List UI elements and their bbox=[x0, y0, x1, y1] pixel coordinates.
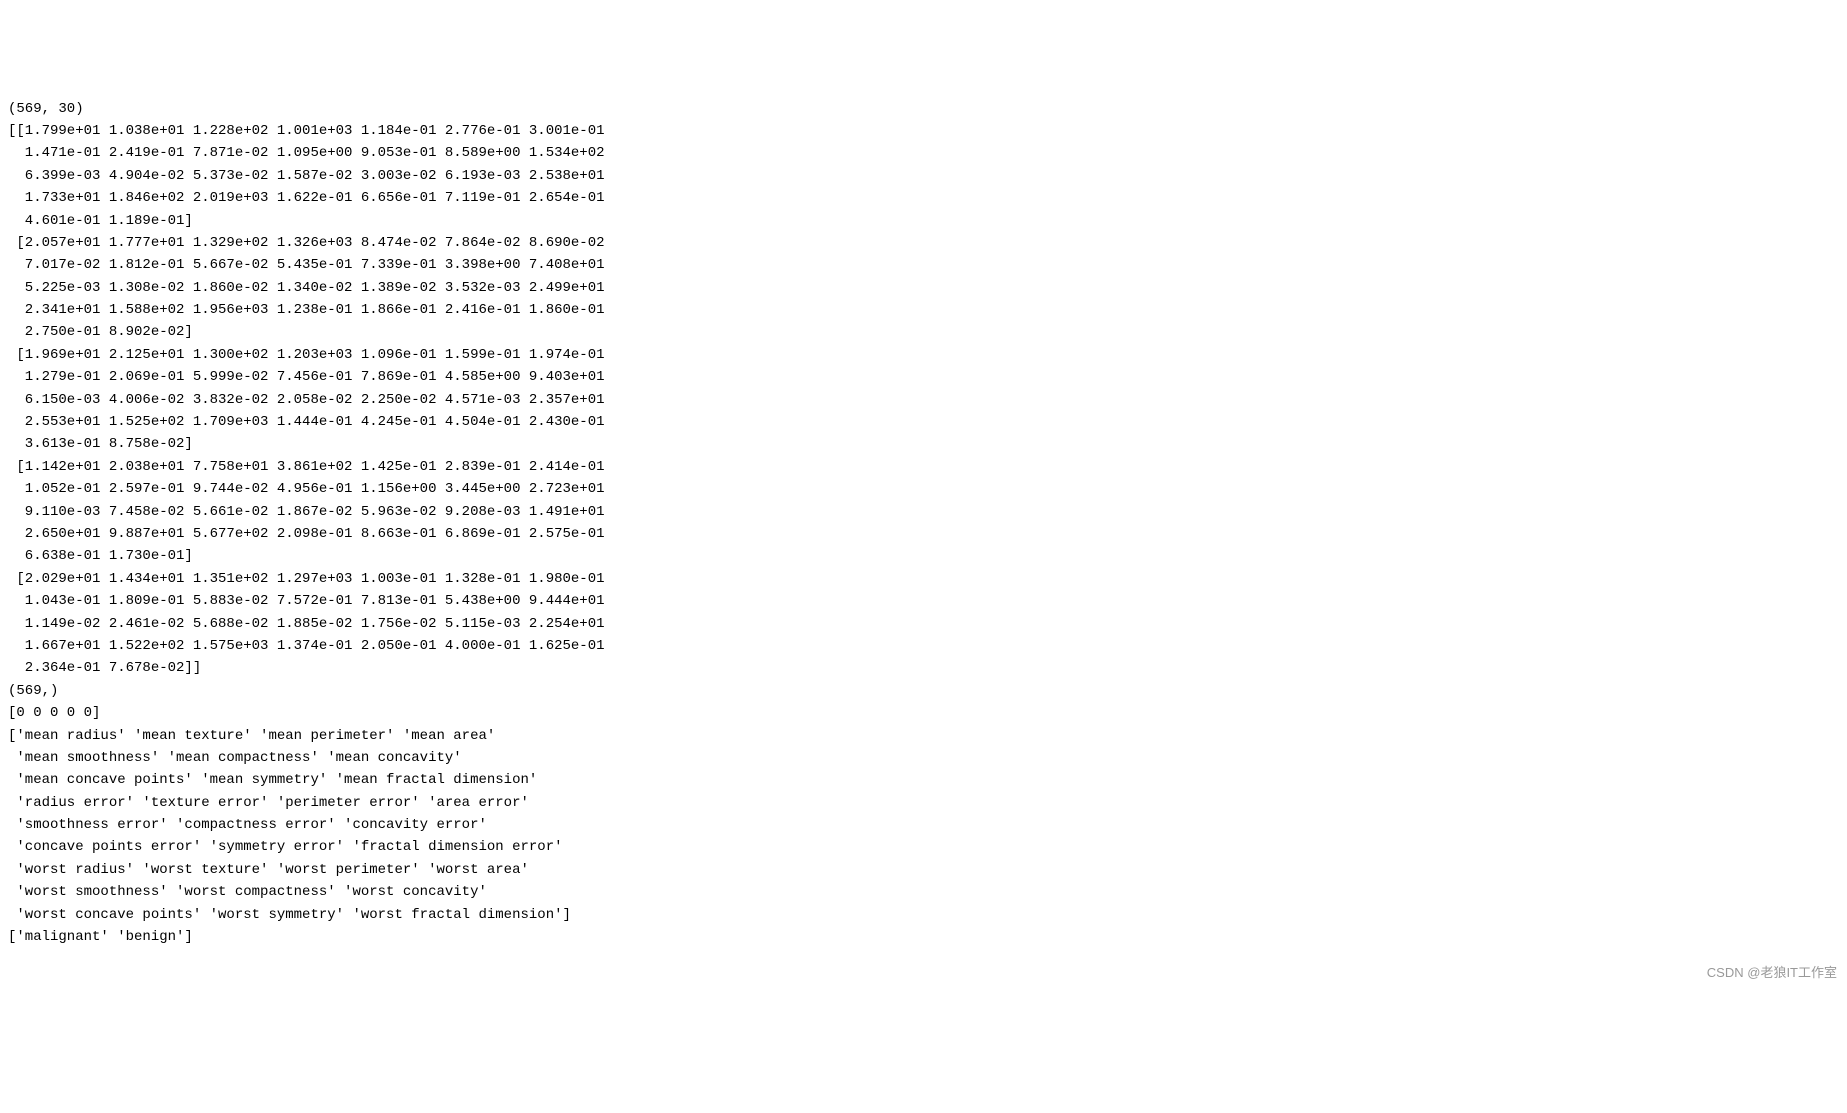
output-line: 'concave points error' 'symmetry error' … bbox=[8, 836, 1839, 858]
output-line: 1.149e-02 2.461e-02 5.688e-02 1.885e-02 … bbox=[8, 613, 1839, 635]
output-line: 2.341e+01 1.588e+02 1.956e+03 1.238e-01 … bbox=[8, 299, 1839, 321]
output-line: (569,) bbox=[8, 680, 1839, 702]
output-line: 1.052e-01 2.597e-01 9.744e-02 4.956e-01 … bbox=[8, 478, 1839, 500]
output-line: 2.750e-01 8.902e-02] bbox=[8, 321, 1839, 343]
output-line: 2.553e+01 1.525e+02 1.709e+03 1.444e-01 … bbox=[8, 411, 1839, 433]
output-line: 2.650e+01 9.887e+01 5.677e+02 2.098e-01 … bbox=[8, 523, 1839, 545]
output-line: 'worst concave points' 'worst symmetry' … bbox=[8, 904, 1839, 926]
output-line: (569, 30) bbox=[8, 98, 1839, 120]
output-line: 4.601e-01 1.189e-01] bbox=[8, 210, 1839, 232]
output-line: [1.142e+01 2.038e+01 7.758e+01 3.861e+02… bbox=[8, 456, 1839, 478]
output-line: [[1.799e+01 1.038e+01 1.228e+02 1.001e+0… bbox=[8, 120, 1839, 142]
output-line: 6.399e-03 4.904e-02 5.373e-02 1.587e-02 … bbox=[8, 165, 1839, 187]
output-line: 'worst radius' 'worst texture' 'worst pe… bbox=[8, 859, 1839, 881]
output-line: [2.029e+01 1.434e+01 1.351e+02 1.297e+03… bbox=[8, 568, 1839, 590]
output-line: 5.225e-03 1.308e-02 1.860e-02 1.340e-02 … bbox=[8, 277, 1839, 299]
output-line: 1.733e+01 1.846e+02 2.019e+03 1.622e-01 … bbox=[8, 187, 1839, 209]
output-line: 3.613e-01 8.758e-02] bbox=[8, 433, 1839, 455]
output-line: 2.364e-01 7.678e-02]] bbox=[8, 657, 1839, 679]
output-line: 6.150e-03 4.006e-02 3.832e-02 2.058e-02 … bbox=[8, 389, 1839, 411]
output-line: [1.969e+01 2.125e+01 1.300e+02 1.203e+03… bbox=[8, 344, 1839, 366]
output-line: [2.057e+01 1.777e+01 1.329e+02 1.326e+03… bbox=[8, 232, 1839, 254]
output-line: 'worst smoothness' 'worst compactness' '… bbox=[8, 881, 1839, 903]
output-line: ['mean radius' 'mean texture' 'mean peri… bbox=[8, 725, 1839, 747]
output-line: [0 0 0 0 0] bbox=[8, 702, 1839, 724]
output-line: 1.279e-01 2.069e-01 5.999e-02 7.456e-01 … bbox=[8, 366, 1839, 388]
output-line: 'mean concave points' 'mean symmetry' 'm… bbox=[8, 769, 1839, 791]
output-line: 7.017e-02 1.812e-01 5.667e-02 5.435e-01 … bbox=[8, 254, 1839, 276]
output-line: 'smoothness error' 'compactness error' '… bbox=[8, 814, 1839, 836]
output-line: 9.110e-03 7.458e-02 5.661e-02 1.867e-02 … bbox=[8, 501, 1839, 523]
output-line: ['malignant' 'benign'] bbox=[8, 926, 1839, 948]
watermark-text: CSDN @老狼IT工作室 bbox=[1707, 963, 1837, 984]
output-line: 'radius error' 'texture error' 'perimete… bbox=[8, 792, 1839, 814]
output-line: 1.667e+01 1.522e+02 1.575e+03 1.374e-01 … bbox=[8, 635, 1839, 657]
output-line: 1.043e-01 1.809e-01 5.883e-02 7.572e-01 … bbox=[8, 590, 1839, 612]
output-line: 1.471e-01 2.419e-01 7.871e-02 1.095e+00 … bbox=[8, 142, 1839, 164]
output-line: 6.638e-01 1.730e-01] bbox=[8, 545, 1839, 567]
output-line: 'mean smoothness' 'mean compactness' 'me… bbox=[8, 747, 1839, 769]
code-output: (569, 30)[[1.799e+01 1.038e+01 1.228e+02… bbox=[8, 98, 1839, 949]
